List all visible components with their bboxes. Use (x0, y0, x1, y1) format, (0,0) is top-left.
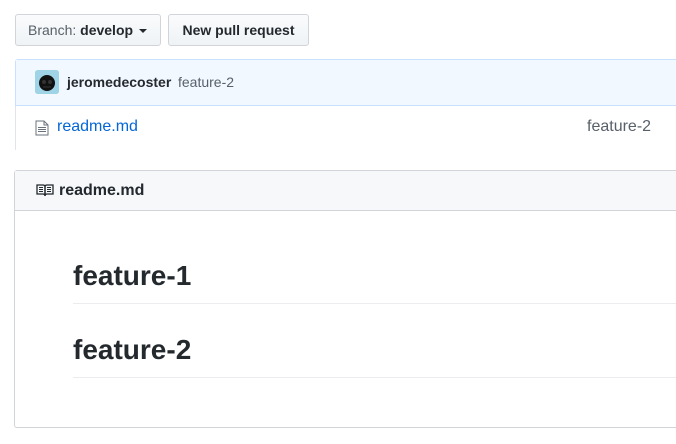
branch-name: develop (80, 22, 134, 38)
readme-box: readme.md feature-1 feature-2 (14, 170, 676, 428)
branch-prefix: Branch: (28, 22, 77, 38)
readme-heading-2: feature-2 (73, 333, 676, 378)
file-navigation-box: jeromedecoster feature-2 readme.md featu… (15, 59, 676, 150)
file-commit-message-link[interactable]: feature-2 (587, 118, 651, 136)
readme-title: readme.md (59, 182, 145, 199)
readme-heading-1: feature-1 (73, 259, 676, 304)
file-name-link[interactable]: readme.md (57, 118, 138, 136)
avatar[interactable] (35, 70, 59, 94)
commit-author-link[interactable]: jeromedecoster (67, 74, 171, 90)
commit-message-link[interactable]: feature-2 (178, 74, 234, 90)
new-pull-request-button[interactable]: New pull request (168, 14, 309, 46)
readme-header: readme.md (15, 171, 676, 211)
commit-tease-bar: jeromedecoster feature-2 (16, 60, 676, 106)
caret-down-icon (139, 29, 148, 34)
file-row: readme.md feature-2 (15, 106, 676, 150)
file-text-icon (35, 120, 49, 141)
book-icon (36, 183, 54, 202)
branch-select-button[interactable]: Branch: develop (15, 14, 161, 46)
